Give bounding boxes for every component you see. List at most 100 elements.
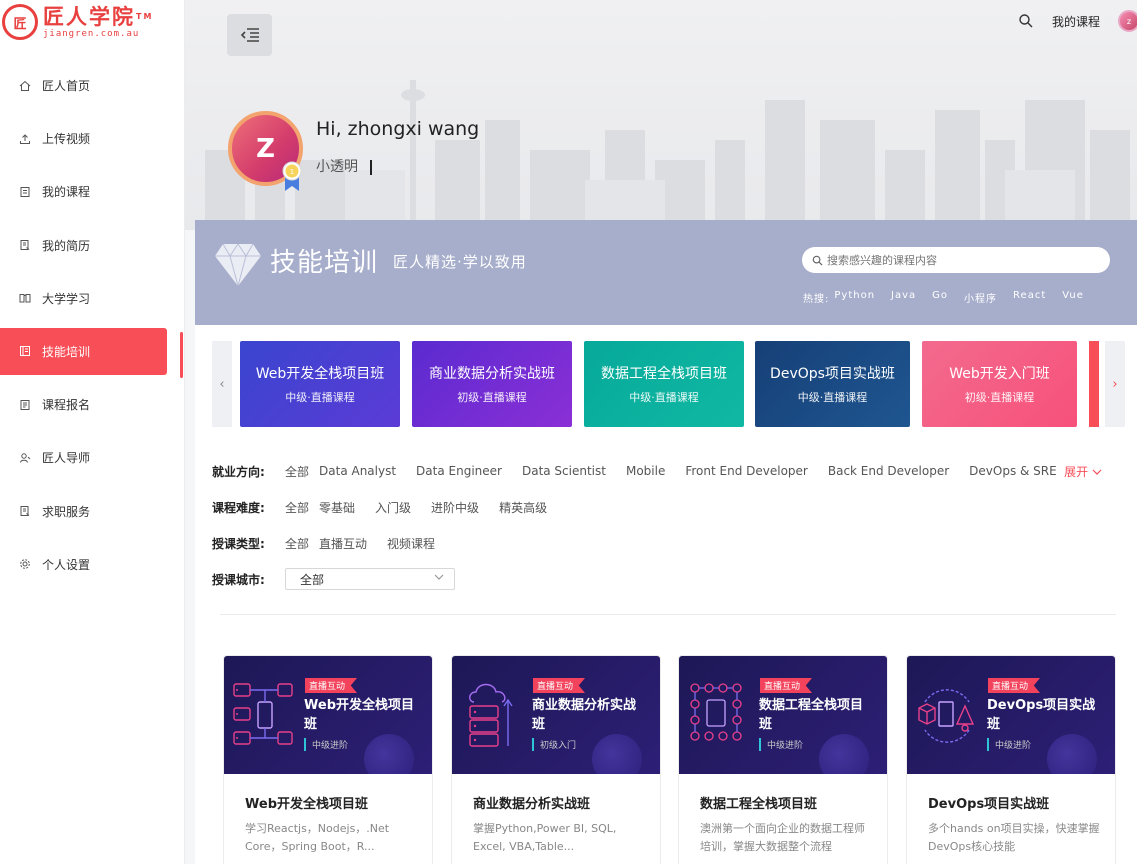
expand-filters-button[interactable]: 展开	[1064, 463, 1102, 480]
live-tag: 直播互动	[760, 678, 813, 693]
hot-tag-miniprogram[interactable]: 小程序	[964, 290, 997, 305]
filter-option[interactable]: 直播互动	[319, 535, 367, 552]
thumbnail-title: 数据工程全栈项目班	[759, 698, 864, 732]
filter-option[interactable]: 零基础	[319, 499, 355, 516]
my-courses-link[interactable]: 我的课程	[1052, 13, 1100, 30]
sidebar-item-label: 匠人首页	[42, 79, 91, 93]
open-book-icon	[18, 292, 31, 305]
search-icon	[812, 255, 823, 266]
sidebar-item-label: 个人设置	[42, 557, 91, 572]
course-description: 掌握Python,Power BI, SQL, Excel, VBA,Table…	[473, 822, 617, 853]
thumbnail-title: 商业数据分析实战班	[532, 698, 637, 732]
gear-icon	[18, 558, 31, 571]
profile-hero: 我的课程 z Z 1 Hi, zhongxi wang 小透明	[185, 0, 1137, 230]
sidebar-item-settings[interactable]: 个人设置	[0, 541, 185, 588]
logo-badge: 匠	[2, 4, 38, 40]
logo-name: 匠人学院	[43, 5, 135, 29]
sidebar-item-training[interactable]: 技能培训	[0, 327, 167, 375]
nickname-text: 小透明	[316, 159, 358, 175]
sidebar-item-upload[interactable]: 上传视频	[0, 115, 185, 162]
filter-option[interactable]: DevOps & SRE	[969, 464, 1057, 478]
menu-fold-icon	[240, 28, 259, 42]
logo[interactable]: 匠 匠人学院TM jiangren.com.au	[2, 2, 172, 42]
avatar[interactable]: z	[1118, 10, 1137, 32]
filter-option[interactable]: Front End Developer	[685, 464, 808, 478]
sidebar-item-label: 匠人导师	[42, 451, 91, 466]
sidebar-item-label: 上传视频	[42, 132, 91, 147]
course-name: DevOps项目实战班	[928, 797, 1050, 812]
filter-option[interactable]: Data Engineer	[416, 464, 502, 478]
course-card[interactable]: 直播互动 Web开发全栈项目班 中级进阶 Web开发全栈项目班 学习Reactj…	[223, 655, 433, 864]
filter-option[interactable]: Data Analyst	[319, 464, 396, 478]
sidebar-item-register[interactable]: 课程报名	[0, 381, 185, 428]
sidebar-item-label: 我的课程	[42, 185, 91, 200]
filter-option[interactable]: 视频课程	[387, 535, 435, 552]
hot-tag-vue[interactable]: Vue	[1062, 290, 1084, 305]
active-indicator	[180, 332, 183, 378]
level-medal-icon: 1	[282, 161, 302, 191]
carousel-card[interactable]: Web开发全栈项目班 中级·直播课程	[240, 341, 400, 427]
course-description: 多个hands on项目实操，快速掌握DevOps核心技能	[928, 822, 1100, 853]
logo-tm: TM	[136, 12, 154, 21]
divider	[220, 614, 1116, 615]
filter-option[interactable]: Mobile	[626, 464, 665, 478]
filter-difficulty: 课程难度: 全部 零基础 入门级 进阶中级 精英高级	[212, 489, 1112, 525]
city-select[interactable]: 全部	[285, 568, 455, 590]
course-name: Web开发全栈项目班	[245, 797, 368, 812]
city-selected-value: 全部	[300, 572, 325, 587]
search-input[interactable]	[827, 253, 1087, 267]
hot-tag-go[interactable]: Go	[932, 290, 948, 305]
filter-option[interactable]: 全部	[285, 463, 309, 480]
course-thumbnail: 直播互动 Web开发全栈项目班 中级进阶	[224, 656, 432, 774]
upload-icon	[18, 132, 31, 145]
sidebar-item-resume[interactable]: 我的简历	[0, 222, 185, 269]
collapse-sidebar-button[interactable]	[227, 14, 272, 56]
greeting-text: Hi, zhongxi wang	[316, 118, 480, 140]
filter-label: 就业方向:	[212, 464, 265, 479]
hot-tag-java[interactable]: Java	[891, 290, 916, 305]
carousel-next-button[interactable]: ›	[1105, 341, 1125, 427]
carousel-card-partial	[1089, 341, 1099, 427]
live-tag: 直播互动	[988, 678, 1041, 693]
sidebar-item-label: 求职服务	[42, 504, 91, 519]
sidebar-item-university[interactable]: 大学学习	[0, 275, 185, 322]
carousel-card[interactable]: 数据工程全栈项目班 中级·直播课程	[584, 341, 744, 427]
filter-option[interactable]: 精英高级	[499, 499, 547, 516]
carousel-prev-button[interactable]: ‹	[212, 341, 232, 427]
course-card[interactable]: 直播互动 商业数据分析实战班 初级入门 商业数据分析实战班 掌握Python,P…	[451, 655, 661, 864]
course-thumbnail: 直播互动 商业数据分析实战班 初级入门	[452, 656, 660, 774]
course-name: 商业数据分析实战班	[473, 797, 591, 812]
hot-tag-python[interactable]: Python	[834, 290, 875, 305]
sidebar-item-jobs[interactable]: 求职服务	[0, 488, 185, 535]
sidebar-item-home[interactable]: 匠人首页	[0, 62, 185, 109]
filter-option[interactable]: 入门级	[375, 499, 411, 516]
level-label: 初级入门	[532, 738, 576, 751]
search-icon[interactable]	[1018, 13, 1034, 29]
training-icon	[18, 345, 31, 358]
chevron-down-icon	[434, 573, 444, 584]
course-card[interactable]: 直播互动 DevOps项目实战班 中级进阶 DevOps项目实战班 多个hand…	[906, 655, 1116, 864]
filter-option[interactable]: Back End Developer	[828, 464, 949, 478]
filter-type: 授课类型: 全部 直播互动 视频课程	[212, 525, 1112, 561]
filter-option[interactable]: Data Scientist	[522, 464, 606, 478]
resume-icon	[18, 239, 31, 252]
home-icon	[18, 79, 31, 92]
course-card[interactable]: 直播互动 数据工程全栈项目班 中级进阶 数据工程全栈项目班 澳洲第一个面向企业的…	[678, 655, 888, 864]
carousel-card[interactable]: 商业数据分析实战班 初级·直播课程	[412, 341, 572, 427]
filter-option[interactable]: 全部	[285, 535, 309, 552]
carousel-card[interactable]: Web开发入门班 初级·直播课程	[922, 341, 1077, 427]
sidebar-item-my-courses[interactable]: 我的课程	[0, 168, 185, 215]
filter-label: 课程难度:	[212, 500, 265, 515]
sidebar-item-label: 我的简历	[42, 238, 91, 253]
sidebar-item-mentor[interactable]: 匠人导师	[0, 434, 185, 481]
filter-option[interactable]: 进阶中级	[431, 499, 479, 516]
hot-tag-react[interactable]: React	[1013, 290, 1046, 305]
top-right-nav: 我的课程 z	[1018, 10, 1137, 32]
course-search[interactable]	[802, 247, 1110, 273]
sidebar-menu: 匠人首页 上传视频 我的课程 我的简历 大学学习 技能培训 课程报名 匠人导师	[0, 62, 185, 594]
register-icon	[18, 398, 31, 411]
hot-label: 热搜:	[803, 294, 830, 305]
filter-option[interactable]: 全部	[285, 499, 309, 516]
carousel-card[interactable]: DevOps项目实战班 中级·直播课程	[755, 341, 910, 427]
text-cursor	[370, 159, 372, 175]
